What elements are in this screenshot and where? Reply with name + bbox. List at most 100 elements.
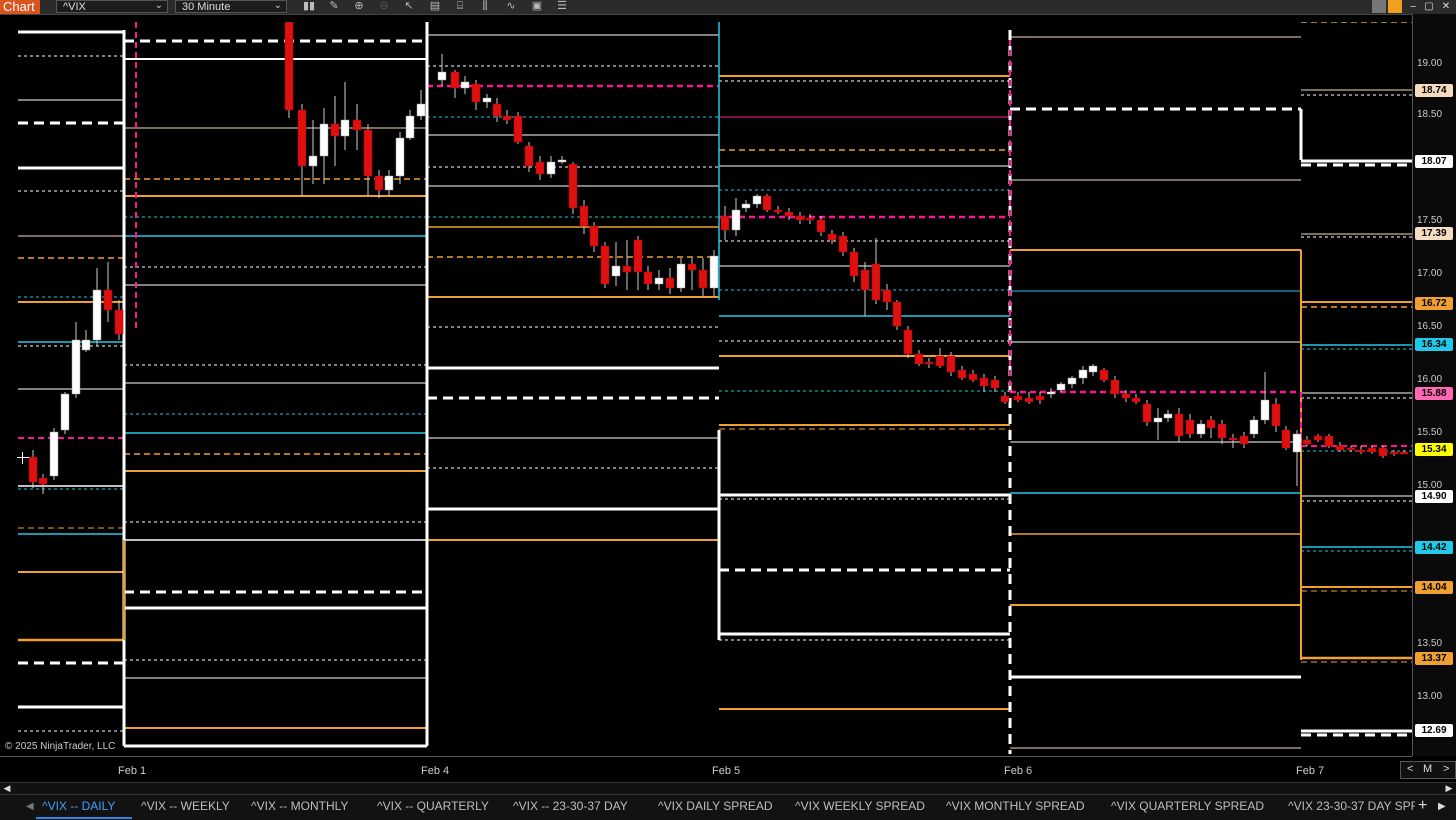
candle-body [38,477,48,485]
minimize-icon[interactable]: – [1406,0,1420,13]
candle-body [1088,365,1098,373]
candle-body [827,233,837,241]
price-tag: 18.74 [1415,84,1453,97]
scroll-back-button[interactable]: < [1407,763,1413,775]
price-axis[interactable]: 19.00 18.50 17.50 17.00 16.50 16.00 15.5… [1412,14,1456,756]
chevron-down-icon: ⌄ [154,0,163,11]
price-tick: 15.50 [1417,427,1443,438]
price-tick: 19.00 [1417,58,1443,69]
candle-body [103,289,113,311]
candle-body [405,115,415,139]
candle-body [1356,449,1366,453]
candle-body [284,22,294,111]
copyright-text: © 2025 NinjaTrader, LLC [5,741,116,752]
candle-body [816,219,826,233]
candle-body [1046,391,1056,395]
timeframe-selector[interactable]: 30 Minute ⌄ [175,0,287,13]
candle-body [709,255,719,289]
candle-body [1174,413,1184,437]
chart-style-icon[interactable]: ⫼ [478,0,492,13]
scroll-right-arrow-icon[interactable]: ▶ [1444,783,1454,794]
indicator-icon[interactable]: ∿ [504,0,518,13]
candle-body [557,159,567,163]
candle-body [1260,399,1270,421]
properties-icon[interactable]: ▣ [530,0,544,13]
candle-body [546,161,556,175]
candle-body [1142,403,1152,423]
data-box-icon[interactable]: ▤ [428,0,442,13]
tab-vix-monthly-spread[interactable]: ^VIX MONTHLY SPREAD [946,799,1085,813]
timeframe-value: 30 Minute [182,1,231,13]
candle-body [330,123,340,137]
tab-vix-monthly[interactable]: ^VIX -- MONTHLY [251,799,348,813]
candle-body [946,355,956,373]
candle-body [871,263,881,301]
price-tag: 13.37 [1415,652,1453,665]
link-icon[interactable] [1372,0,1386,13]
candle-body [1335,445,1345,451]
candle-body [524,145,534,167]
chart-toolbar: Chart ^VIX ⌄ 30 Minute ⌄ ▮▮ ✎ ⊕ ⊖ ↖ ▤ ⌸ … [0,0,1456,15]
close-icon[interactable]: ✕ [1439,0,1453,13]
mode-button[interactable]: M [1423,763,1432,775]
draw-pencil-icon[interactable]: ✎ [327,0,341,13]
candle-body [665,277,675,289]
price-tick: 18.50 [1417,109,1443,120]
candle-body [1024,397,1034,403]
price-tick: 17.00 [1417,268,1443,279]
tab-vix-weekly[interactable]: ^VIX -- WEEKLY [141,799,230,813]
scroll-forward-button[interactable]: > [1443,763,1449,775]
chart-title-tab: Chart [0,0,40,14]
price-tag: 12.69 [1415,724,1453,737]
price-tag: 17.39 [1415,227,1453,240]
time-axis[interactable]: Feb 1 Feb 4 Feb 5 Feb 6 Feb 7 [0,756,1412,783]
candle-body [1206,419,1216,429]
candle-body [1313,435,1323,441]
maximize-icon[interactable]: ▢ [1422,0,1436,13]
candle-body [979,377,989,387]
candle-body [924,361,934,365]
tab-vix-daily-spread[interactable]: ^VIX DAILY SPREAD [658,799,773,813]
instrument-selector[interactable]: ^VIX ⌄ [56,0,168,13]
candle-body [374,175,384,191]
tab-vix-daily[interactable]: ^VIX -- DAILY [42,799,115,813]
template-icon[interactable]: ⌸ [453,0,467,13]
price-chart-plot[interactable] [0,22,1412,756]
tab-vix-23-30-37-day[interactable]: ^VIX -- 23-30-37 DAY [513,799,628,813]
candle-body [762,195,772,211]
scroll-left-arrow-icon[interactable]: ◀ [2,783,12,794]
tab-vix-23-30-37-day-spread[interactable]: ^VIX 23-30-37 DAY SPRE [1288,799,1415,813]
candle-body [1271,403,1281,427]
pointer-icon[interactable]: ↖ [402,0,416,13]
crosshair-icon [17,452,29,464]
zoom-in-icon[interactable]: ⊕ [352,0,366,13]
candle-body [1153,417,1163,423]
candle-body [114,309,124,335]
candle-body [1399,451,1409,455]
price-tag: 16.72 [1415,297,1453,310]
price-tag: 14.42 [1415,541,1453,554]
candle-body [384,175,394,191]
tab-vix-weekly-spread[interactable]: ^VIX WEEKLY SPREAD [795,799,925,813]
tab-vix-quarterly-spread[interactable]: ^VIX QUARTERLY SPREAD [1111,799,1264,813]
add-tab-icon[interactable]: + [1418,797,1427,815]
instrument-link-icon[interactable] [1388,0,1402,13]
tab-scroll-right-icon[interactable]: ▶ [1438,801,1446,812]
candle-body [363,129,373,177]
candle-body [752,195,762,205]
candle-body [795,215,805,221]
tab-scroll-left-icon[interactable]: ◀ [26,801,34,812]
horizontal-scrollbar[interactable]: ◀ ▶ [0,782,1456,794]
zoom-out-icon[interactable]: ⊖ [377,0,391,13]
candle-body [784,211,794,217]
time-label: Feb 1 [118,765,147,777]
candle-body [687,263,697,271]
list-icon[interactable]: ☰ [555,0,569,13]
candle-body [1239,435,1249,445]
candle-body [71,339,81,395]
bar-style-icon[interactable]: ▮▮ [302,0,316,13]
candle-body [860,269,870,291]
chevron-down-icon: ⌄ [273,0,282,11]
tab-vix-quarterly[interactable]: ^VIX -- QUARTERLY [377,799,489,813]
candle-body [720,215,730,231]
